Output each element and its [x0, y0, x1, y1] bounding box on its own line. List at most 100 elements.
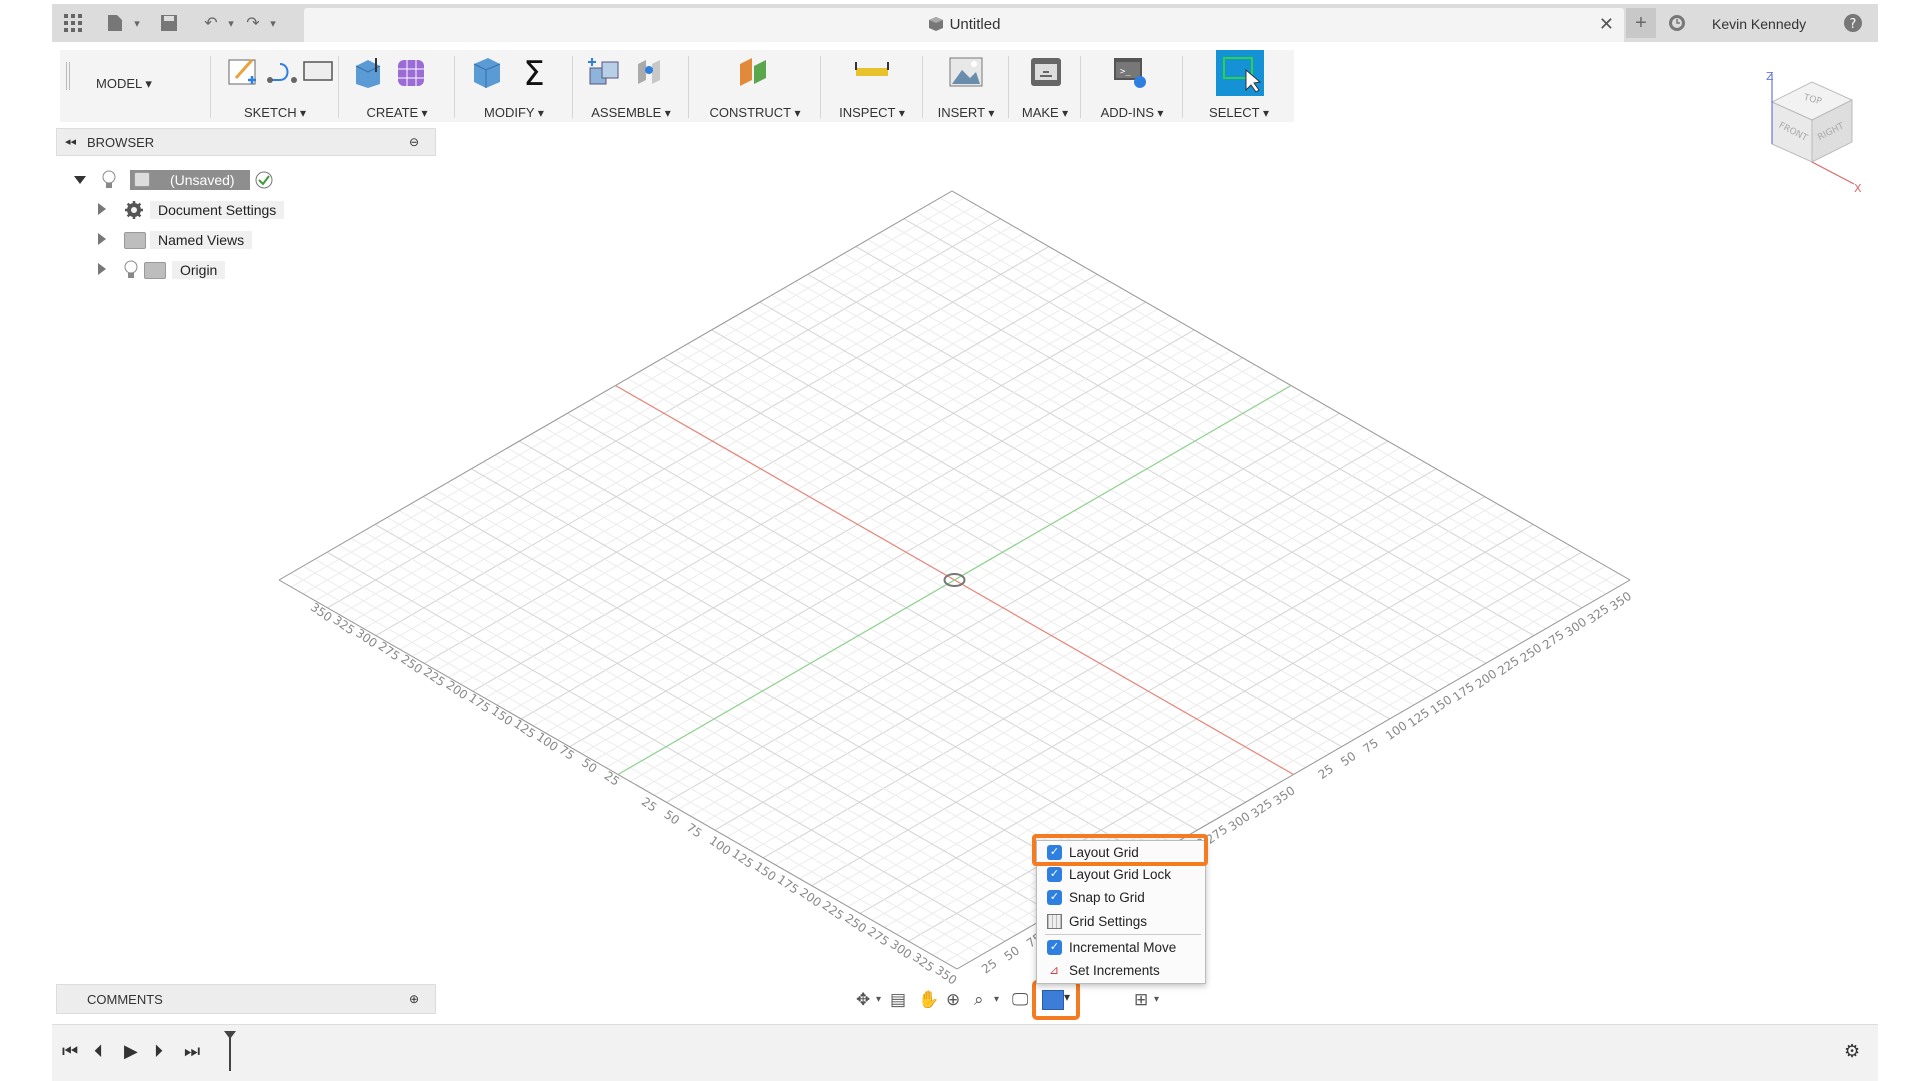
- browser-pin-icon[interactable]: ⊖: [409, 135, 419, 149]
- orbit-icon[interactable]: ✥: [856, 990, 870, 1010]
- step-forward-icon[interactable]: ⏵: [154, 1041, 163, 1062]
- y-axis-line: [617, 384, 1292, 776]
- look-at-icon[interactable]: ▤: [890, 990, 906, 1010]
- grid-tick-label: 25: [979, 956, 1000, 976]
- grid-tick-label: 75: [684, 820, 705, 840]
- grid-tick-label: 50: [1002, 943, 1023, 963]
- zoom-dropdown-icon[interactable]: ▾: [994, 994, 999, 1005]
- fusion-app-window: ▾ ↶ ▾ ↷ ▾ Untitled ✕ + Kevin Kennedy ? M…: [52, 0, 1878, 1081]
- browser-panel-header[interactable]: ◂◂ BROWSER ⊖: [56, 128, 436, 156]
- expand-icon[interactable]: [98, 263, 106, 275]
- menu-item-layout-grid-lock[interactable]: ✓ Layout Grid Lock: [1037, 864, 1205, 886]
- zoom-icon[interactable]: ⊕: [946, 990, 960, 1010]
- browser-item-origin[interactable]: Origin: [98, 258, 358, 282]
- browser-item-document-settings[interactable]: Document Settings: [98, 198, 358, 222]
- grid-tick-label: 25: [639, 794, 660, 814]
- checkbox-checked-icon[interactable]: ✓: [1047, 890, 1062, 905]
- expand-icon[interactable]: [98, 233, 106, 245]
- grid-tick-label: 125: [511, 717, 538, 742]
- grid-tick-label: 150: [1428, 693, 1455, 718]
- timeline-settings-gear-icon[interactable]: ⚙: [1844, 1041, 1860, 1062]
- grid-tick-label: 50: [1338, 749, 1359, 769]
- grid-tick-label: 175: [774, 872, 801, 897]
- grid-tick-label: 325: [330, 613, 357, 638]
- grid-tick-label: 200: [797, 885, 824, 910]
- orbit-dropdown-icon[interactable]: ▾: [876, 994, 881, 1005]
- grid-tick-label: 350: [933, 963, 960, 988]
- grid-tick-label: 275: [1540, 628, 1567, 653]
- component-icon: [134, 172, 150, 187]
- expand-root-icon[interactable]: [74, 176, 86, 184]
- visibility-bulb-icon[interactable]: [102, 170, 116, 190]
- grid-tick-label: 350: [1271, 783, 1298, 808]
- grid-tick-label: 300: [1226, 809, 1253, 834]
- go-to-end-icon[interactable]: ⏭: [184, 1041, 200, 1062]
- browser-root-row[interactable]: (Unsaved): [74, 168, 334, 192]
- grid-tick-label: 175: [466, 691, 493, 716]
- checkbox-checked-icon[interactable]: ✓: [1047, 867, 1062, 882]
- increments-icon: ⊿: [1049, 963, 1060, 977]
- menu-divider: [1045, 934, 1201, 935]
- go-to-start-icon[interactable]: ⏮: [62, 1041, 78, 1062]
- display-settings-icon[interactable]: 🖵: [1012, 990, 1028, 1010]
- viewports-dropdown-icon[interactable]: ▾: [1154, 994, 1159, 1005]
- grid-tick-label: 150: [752, 859, 779, 884]
- menu-item-set-increments[interactable]: ⊿ Set Increments: [1037, 960, 1205, 982]
- browser-item-label: Document Settings: [150, 201, 285, 219]
- fit-icon[interactable]: ⌕: [974, 990, 984, 1010]
- play-icon[interactable]: ▶: [124, 1041, 138, 1062]
- add-comment-icon[interactable]: ⊕: [409, 992, 419, 1006]
- browser-item-named-views[interactable]: Named Views: [98, 228, 358, 252]
- grid-tick-label: 225: [421, 665, 448, 690]
- grid-tick-label: 100: [1383, 718, 1410, 743]
- grid-tick-label: 100: [534, 730, 561, 755]
- grid-tick-label: 350: [1607, 589, 1634, 614]
- viewports-icon[interactable]: ⊞: [1134, 990, 1148, 1010]
- grid-tick-label: 50: [661, 807, 682, 827]
- grid-tick-label: 350: [308, 600, 335, 625]
- root-component-tag[interactable]: (Unsaved): [130, 170, 250, 190]
- grid-tick-label: 75: [1360, 736, 1381, 756]
- folder-icon: [124, 232, 146, 249]
- menu-item-label: Incremental Move: [1069, 940, 1177, 955]
- layout-grid-highlight: [1032, 834, 1208, 866]
- menu-item-snap-to-grid[interactable]: ✓ Snap to Grid: [1037, 887, 1205, 909]
- menu-item-grid-settings[interactable]: Grid Settings: [1037, 911, 1205, 933]
- grid-tick-label: 250: [842, 911, 869, 936]
- grid-and-snaps-button[interactable]: ▾: [1032, 980, 1080, 1020]
- grid-dropdown-icon: ▾: [1064, 990, 1071, 1004]
- navigation-bar: ✥ ▾ ▤ ✋ ⊕ ⌕ ▾ 🖵 ▾ ⊞ ▾: [804, 986, 1170, 1014]
- grid-tick-label: 275: [376, 639, 403, 664]
- viewport-canvas[interactable]: 3503253002752502252001751501251007550252…: [52, 0, 1878, 1080]
- grid-settings-icon: [1047, 914, 1062, 929]
- grid-tick-label: 300: [1562, 615, 1589, 640]
- visibility-bulb-icon[interactable]: [124, 260, 138, 280]
- menu-item-incremental-move[interactable]: ✓ Incremental Move: [1037, 937, 1205, 959]
- checkbox-checked-icon[interactable]: ✓: [1047, 940, 1062, 955]
- timeline-marker[interactable]: [222, 1029, 238, 1073]
- menu-item-label: Set Increments: [1069, 963, 1160, 978]
- grid-tick-label: 200: [1473, 667, 1500, 692]
- folder-icon: [144, 262, 166, 279]
- activate-check-icon[interactable]: [254, 170, 274, 190]
- grid-tick-label: 325: [910, 950, 937, 975]
- comments-title: COMMENTS: [87, 992, 163, 1007]
- pan-icon[interactable]: ✋: [918, 990, 939, 1010]
- grid-tick-label: 25: [602, 769, 623, 789]
- grid-tick-label: 75: [556, 743, 577, 763]
- timeline-bar: ⏮ ⏴ ▶ ⏵ ⏭ ⚙: [52, 1024, 1878, 1081]
- expand-icon[interactable]: [98, 203, 106, 215]
- grid-tick-label: 150: [489, 704, 516, 729]
- collapse-browser-icon[interactable]: ◂◂: [65, 135, 76, 148]
- menu-item-label: Layout Grid Lock: [1069, 867, 1172, 882]
- grid-tick-label: 325: [1585, 602, 1612, 627]
- step-back-icon[interactable]: ⏴: [94, 1041, 103, 1062]
- grid-tick-label: 250: [398, 652, 425, 677]
- browser-item-label: Named Views: [150, 231, 253, 249]
- comments-panel[interactable]: COMMENTS ⊕: [56, 984, 436, 1014]
- grid-tick-label: 100: [707, 833, 734, 858]
- grid-tick-label: 225: [820, 898, 847, 923]
- grid-tick-label: 275: [865, 924, 892, 949]
- grid-tick-label: 325: [1248, 796, 1275, 821]
- grid-tick-label: 300: [353, 626, 380, 651]
